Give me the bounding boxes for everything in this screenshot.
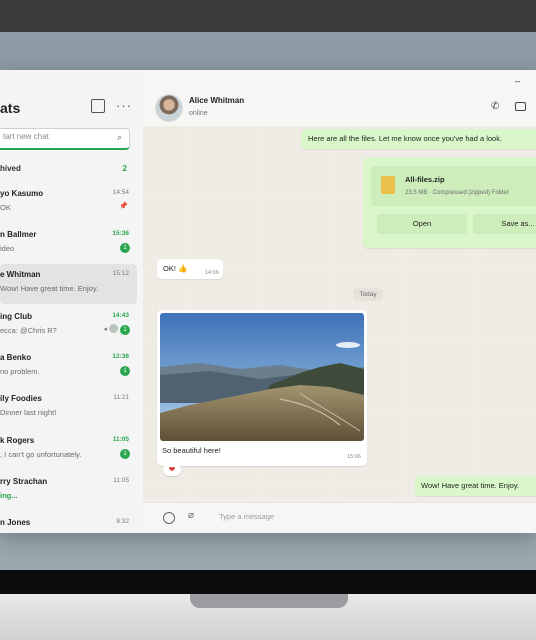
chat-preview: no problem. bbox=[0, 367, 40, 376]
search-input[interactable]: tart new chat ⌕ bbox=[0, 128, 130, 150]
chat-name: ing Club bbox=[0, 312, 32, 321]
open-file-button[interactable]: Open bbox=[377, 214, 467, 234]
laptop-hinge-notch bbox=[190, 594, 348, 608]
chat-preview: Wow! Have great time. Enjoy. bbox=[0, 284, 99, 293]
search-placeholder: tart new chat bbox=[3, 132, 49, 141]
heart-reaction[interactable]: ❤ bbox=[163, 464, 181, 476]
message-composer: ⌀ Type a message bbox=[143, 502, 536, 533]
chat-preview: OK bbox=[0, 203, 11, 212]
archived-label: hived bbox=[0, 164, 21, 173]
chat-name: n Ballmer bbox=[0, 230, 37, 239]
screen-bottom-bezel bbox=[0, 570, 536, 594]
minimize-icon[interactable]: – bbox=[515, 76, 520, 86]
chat-list-sidebar: ats ··· tart new chat ⌕ hived 2 yo Kasum… bbox=[0, 70, 144, 533]
chat-time: 15:36 bbox=[112, 230, 129, 237]
conversation-pane: – Alice Whitman online ✆ Here are all th… bbox=[143, 70, 536, 533]
search-icon: ⌕ bbox=[116, 132, 122, 142]
emoji-icon[interactable] bbox=[163, 512, 175, 524]
message-text: Here are all the files. Let me know once… bbox=[308, 134, 503, 143]
archived-count: 2 bbox=[122, 164, 127, 173]
unread-badge: 1 bbox=[120, 366, 130, 376]
chat-preview: Dinner last night! bbox=[0, 408, 57, 417]
file-attachment[interactable]: All-files.zip 23.5 MB · Compressed (zipp… bbox=[371, 166, 536, 206]
mention-icon: ◂ bbox=[103, 326, 107, 333]
contact-avatar[interactable] bbox=[155, 94, 183, 122]
chat-preview: ing... bbox=[0, 491, 18, 500]
unread-badge: 1 bbox=[120, 243, 130, 253]
chat-preview: ideo bbox=[0, 244, 15, 253]
file-attachment-message: All-files.zip 23.5 MB · Compressed (zipp… bbox=[363, 158, 536, 248]
day-separator: Today bbox=[353, 288, 383, 301]
sidebar-title: ats bbox=[0, 100, 21, 116]
chat-item-ballmer[interactable]: n Ballmer ideo 15:36 1 bbox=[0, 224, 137, 264]
unread-badge: 1 bbox=[120, 325, 130, 335]
whatsapp-window: ats ··· tart new chat ⌕ hived 2 yo Kasum… bbox=[0, 70, 536, 533]
chat-name: yo Kasumo bbox=[0, 189, 44, 198]
file-name: All-files.zip bbox=[405, 175, 445, 184]
chat-name: n Jones bbox=[0, 518, 31, 527]
file-meta: 23.5 MB · Compressed (zipped) Folder bbox=[405, 190, 509, 196]
at-icon bbox=[109, 324, 118, 333]
message-incoming: OK! 👍 14:06 bbox=[157, 259, 223, 279]
new-chat-icon[interactable] bbox=[91, 99, 105, 113]
message-time: 14:06 bbox=[205, 270, 219, 276]
chat-time: 14:54 bbox=[112, 189, 129, 196]
shared-photo[interactable] bbox=[160, 313, 364, 441]
chat-name: ily Foodies bbox=[0, 394, 42, 403]
chat-item-whitman[interactable]: e Whitman Wow! Have great time. Enjoy. 1… bbox=[0, 264, 137, 304]
message-text: OK! 👍 bbox=[163, 264, 188, 273]
chat-name: rry Strachan bbox=[0, 477, 48, 486]
contact-name[interactable]: Alice Whitman bbox=[189, 96, 244, 105]
photo-caption: So beautiful here! bbox=[162, 446, 221, 455]
mountain-landscape-image bbox=[160, 313, 364, 441]
contact-status: online bbox=[189, 110, 208, 117]
photo-message: So beautiful here! 15:06 bbox=[157, 310, 367, 466]
chat-time: 8:32 bbox=[116, 518, 129, 525]
chat-item-club[interactable]: ing Club ecca: @Chris R? 14:43 ◂ 1 bbox=[0, 306, 137, 346]
video-call-icon[interactable] bbox=[515, 102, 526, 111]
chat-time: 11:05 bbox=[112, 436, 129, 443]
more-options-icon[interactable]: ··· bbox=[116, 98, 132, 113]
chat-name: k Rogers bbox=[0, 436, 35, 445]
unread-badge: 1 bbox=[120, 449, 130, 459]
chat-name: e Whitman bbox=[0, 270, 41, 279]
chat-time: 15:12 bbox=[112, 270, 129, 277]
message-text: Wow! Have great time. Enjoy. bbox=[421, 481, 520, 490]
message-input[interactable]: Type a message bbox=[219, 512, 274, 521]
chat-time: 14:43 bbox=[112, 312, 129, 319]
conversation-header: – Alice Whitman online ✆ bbox=[143, 70, 536, 126]
chat-item-foodies[interactable]: ily Foodies Dinner last night! 11:21 bbox=[0, 388, 137, 428]
screen-top-bezel bbox=[0, 0, 536, 32]
voice-call-icon[interactable]: ✆ bbox=[491, 101, 499, 112]
chat-time: 11:05 bbox=[113, 477, 129, 484]
chat-time: 12:36 bbox=[112, 353, 129, 360]
save-as-button[interactable]: Save as... bbox=[473, 214, 536, 234]
chat-item-kasumo[interactable]: yo Kasumo OK 14:54 📌 bbox=[0, 183, 137, 223]
chat-time: 11:21 bbox=[113, 394, 129, 401]
message-time: 15:06 bbox=[347, 454, 361, 460]
chat-item-benko[interactable]: a Benko no problem. 12:36 1 bbox=[0, 347, 137, 387]
zip-folder-icon bbox=[381, 176, 395, 194]
chat-preview: ecca: @Chris R? bbox=[0, 326, 57, 335]
chat-name: a Benko bbox=[0, 353, 32, 362]
chat-item-strachan[interactable]: rry Strachan ing... 11:05 bbox=[0, 471, 137, 511]
chat-item-rogers[interactable]: k Rogers , I can't go unfortunately. 11:… bbox=[0, 430, 137, 470]
pin-icon: 📌 bbox=[119, 203, 128, 210]
chat-item-jones[interactable]: n Jones 8:32 bbox=[0, 512, 137, 533]
attach-icon[interactable]: ⌀ bbox=[188, 510, 194, 521]
message-outgoing: Wow! Have great time. Enjoy. bbox=[415, 476, 536, 496]
archived-row[interactable]: hived 2 bbox=[0, 164, 136, 178]
message-outgoing: Here are all the files. Let me know once… bbox=[301, 129, 536, 149]
chat-preview: , I can't go unfortunately. bbox=[0, 450, 82, 459]
